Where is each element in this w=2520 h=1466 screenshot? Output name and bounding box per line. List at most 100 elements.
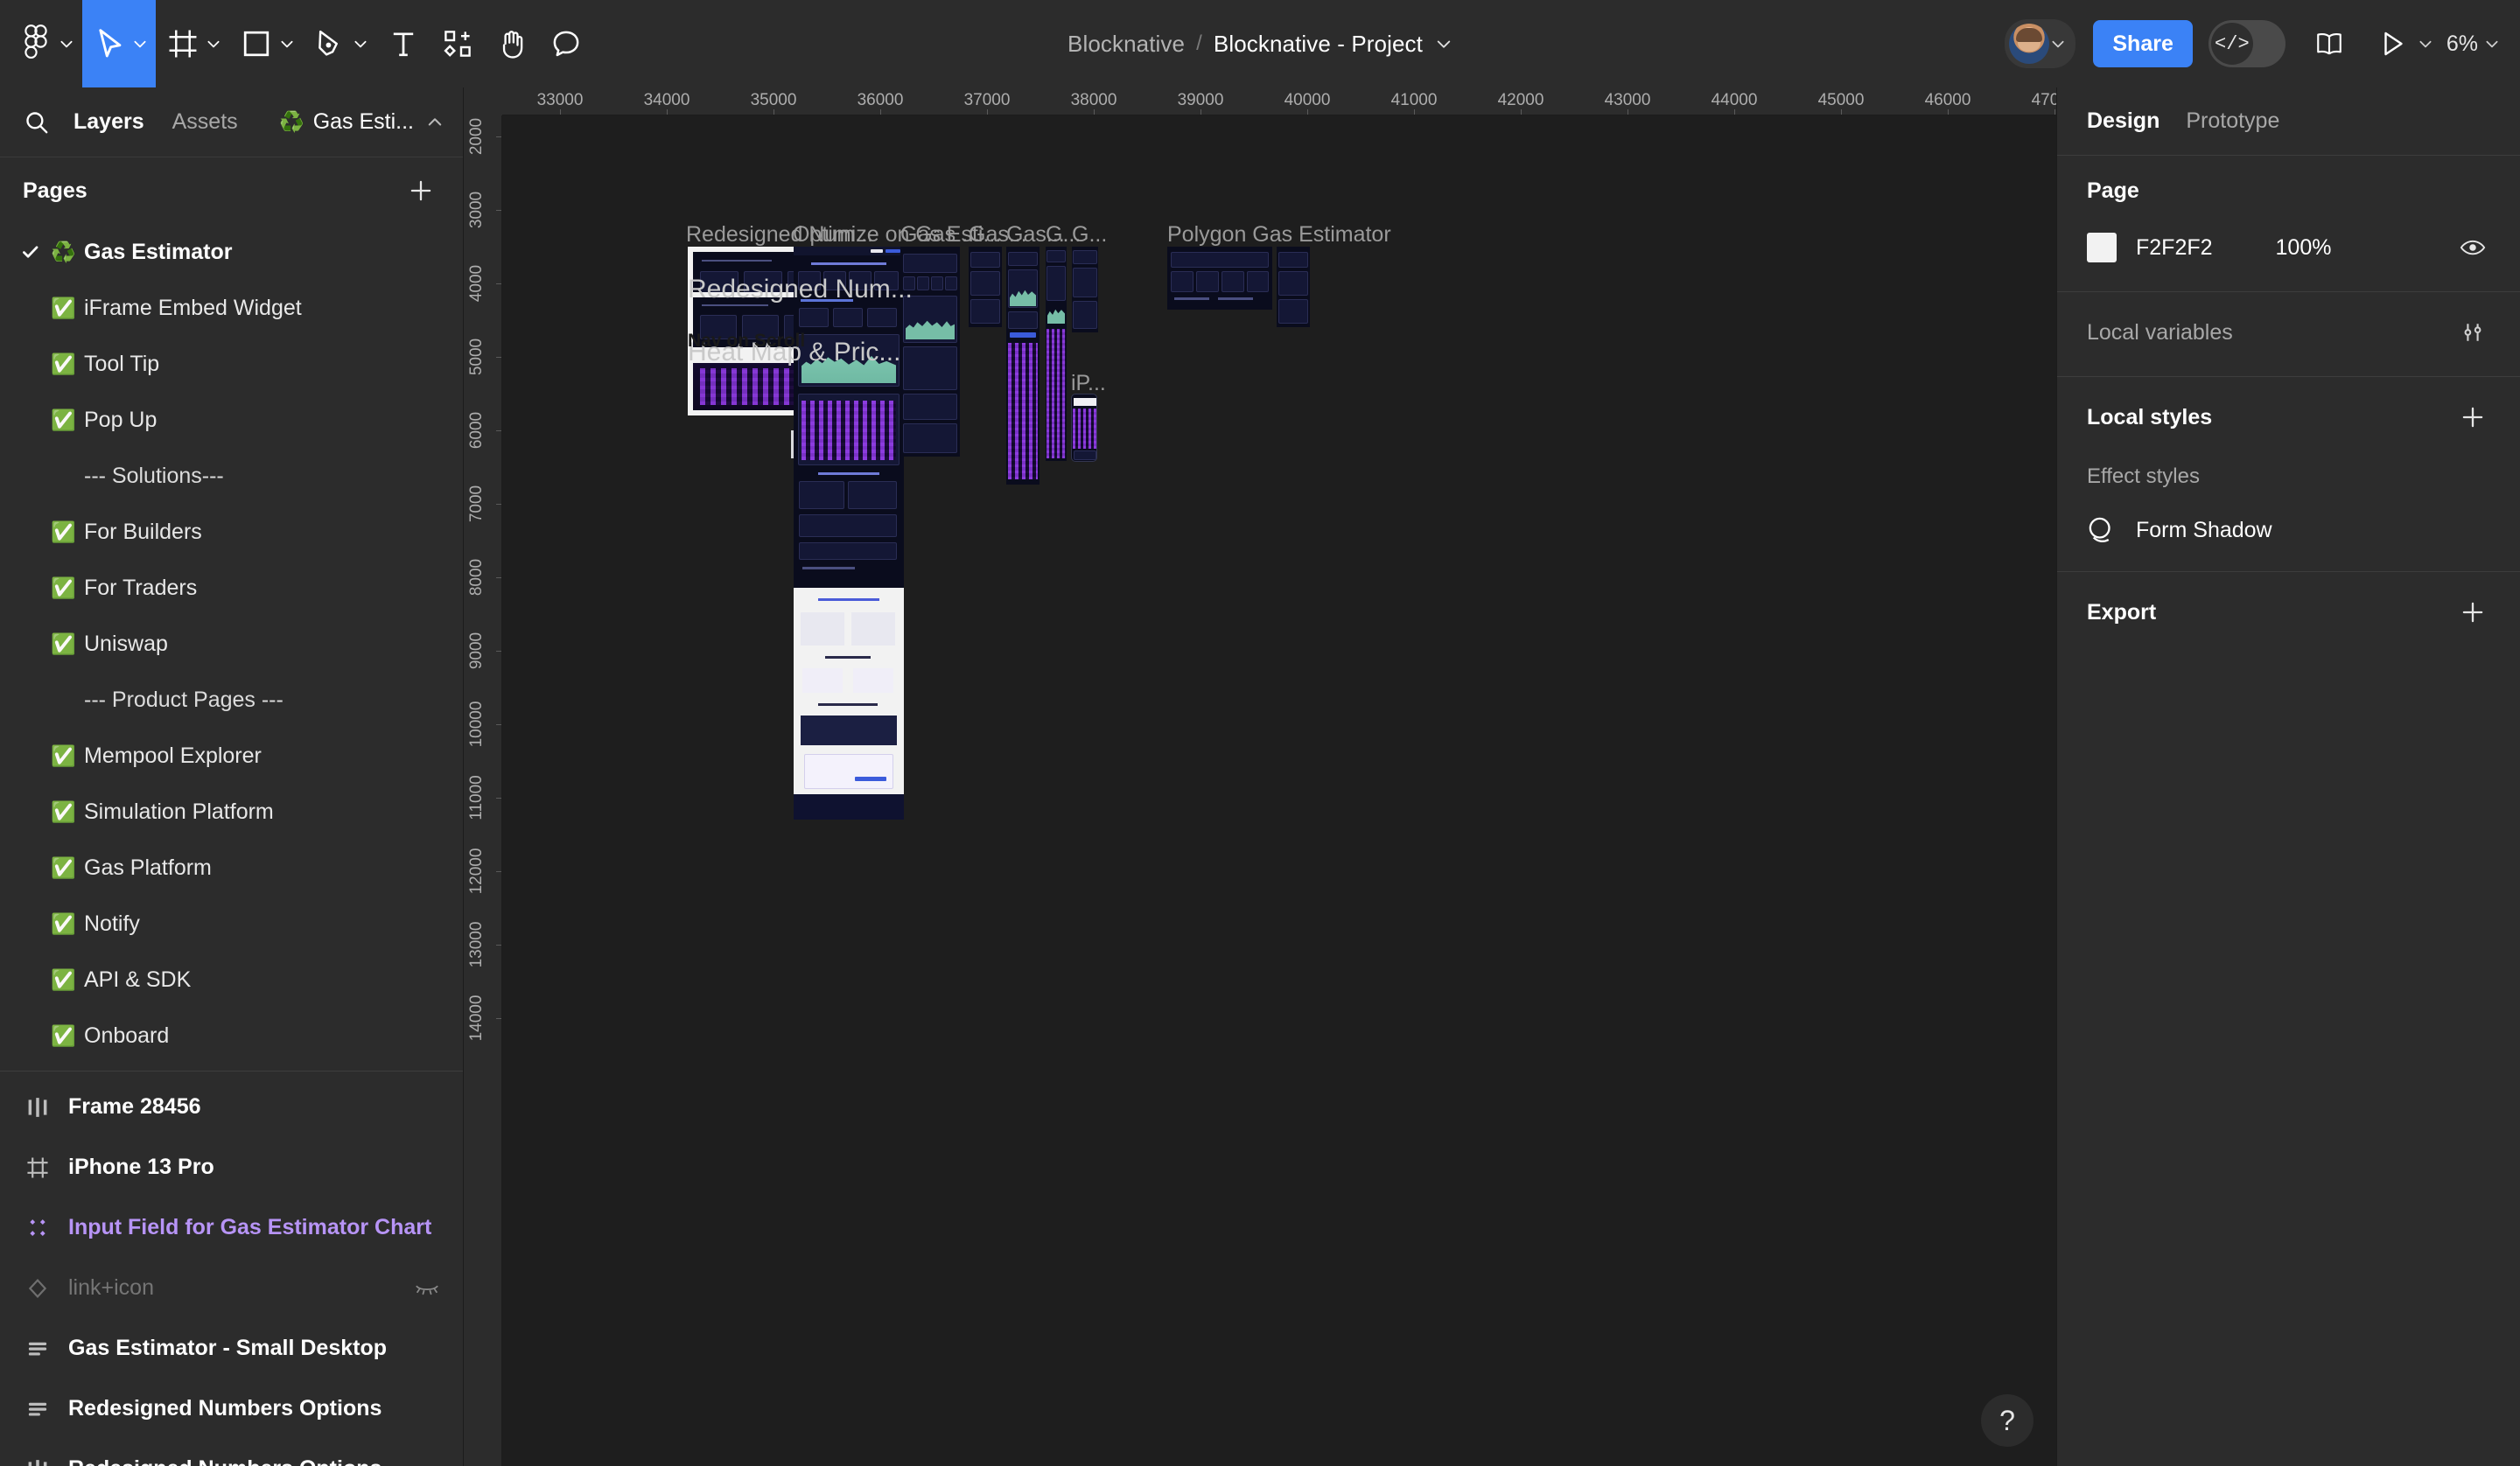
canvas-frame-label[interactable]: G... xyxy=(1072,222,1107,248)
artboard-optimize-on-gas-lower[interactable] xyxy=(794,588,904,820)
chevron-down-icon[interactable] xyxy=(2483,24,2501,64)
hand-tool-button[interactable] xyxy=(485,0,539,87)
frame-icon xyxy=(23,1156,52,1179)
page-item-for-builders[interactable]: ✅ For Builders xyxy=(0,504,463,560)
artboard-polygon-side[interactable] xyxy=(1277,247,1310,327)
resources-tool-button[interactable] xyxy=(430,0,485,87)
canvas-area[interactable]: 33000 34000 35000 36000 37000 38000 39000 40000… xyxy=(464,87,2056,1466)
page-item-simulation-platform[interactable]: ✅ Simulation Platform xyxy=(0,784,463,840)
page-item-label: iFrame Embed Widget xyxy=(84,295,302,320)
help-button[interactable]: ? xyxy=(1981,1394,2034,1447)
green-check-emoji-icon: ✅ xyxy=(51,799,76,823)
tab-prototype[interactable]: Prototype xyxy=(2186,108,2279,134)
green-check-emoji-icon: ✅ xyxy=(51,352,76,375)
artboard-gas-estimator-2[interactable] xyxy=(969,247,1002,327)
tab-design[interactable]: Design xyxy=(2087,108,2160,134)
vertical-ruler[interactable]: 2000 3000 4000 5000 6000 7000 8000 9000 10000 110… xyxy=(464,87,502,1466)
page-item-mempool-explorer[interactable]: ✅ Mempool Explorer xyxy=(0,728,463,784)
layer-item-label: Gas Estimator - Small Desktop xyxy=(68,1336,388,1360)
current-file-selector[interactable]: ♻️ Gas Esti... xyxy=(279,109,449,135)
artboard-iphone-13-pro[interactable] xyxy=(1071,394,1097,462)
layer-item-link-icon[interactable]: link+icon xyxy=(0,1258,463,1318)
comment-tool-button[interactable] xyxy=(539,0,593,87)
tab-assets[interactable]: Assets xyxy=(158,109,252,135)
tab-layers[interactable]: Layers xyxy=(60,109,158,135)
plus-icon[interactable] xyxy=(2455,400,2490,435)
eye-icon[interactable] xyxy=(2455,230,2490,265)
ruler-corner xyxy=(464,87,502,115)
shape-tool-button[interactable] xyxy=(229,0,303,87)
page-color-hex[interactable]: F2F2F2 xyxy=(2136,235,2213,261)
book-icon[interactable] xyxy=(2305,19,2354,68)
artboard-polygon-gas-estimator[interactable] xyxy=(1167,247,1272,310)
breadcrumb-current-file[interactable]: Blocknative - Project xyxy=(1214,31,1423,58)
chevron-down-icon[interactable] xyxy=(2417,24,2434,64)
horizontal-ruler[interactable]: 33000 34000 35000 36000 37000 38000 39000 40000… xyxy=(464,87,2056,115)
layer-item-redesigned-numbers-options[interactable]: Redesigned Numbers Options xyxy=(0,1379,463,1439)
green-check-emoji-icon: ✅ xyxy=(51,911,76,935)
page-item-product-pages[interactable]: --- Product Pages --- xyxy=(0,672,463,728)
dev-mode-toggle[interactable]: </> xyxy=(2208,20,2286,67)
page-item-onboard[interactable]: ✅ Onboard xyxy=(0,1008,463,1064)
pen-tool-button[interactable] xyxy=(303,0,376,87)
artboard-gas-estimator-5[interactable] xyxy=(1072,247,1098,332)
local-variables-section[interactable]: Local variables xyxy=(2057,292,2520,377)
local-variables-title: Local variables xyxy=(2087,319,2233,345)
layer-item-redesigned-numbers-options[interactable]: Redesigned Numbers Options xyxy=(0,1439,463,1466)
page-item-solutions[interactable]: --- Solutions--- xyxy=(0,448,463,504)
page-item-gas-estimator[interactable]: ♻️ Gas Estimator xyxy=(0,224,463,280)
search-icon[interactable] xyxy=(14,100,60,145)
layer-item-frame-28456[interactable]: Frame 28456 xyxy=(0,1077,463,1137)
effect-style-form-shadow[interactable]: Form Shadow xyxy=(2087,515,2490,545)
effect-style-label: Form Shadow xyxy=(2136,517,2272,542)
layer-item-gas-estimator-small-desktop[interactable]: Gas Estimator - Small Desktop xyxy=(0,1318,463,1379)
canvas-frame-label[interactable]: iP... xyxy=(1071,371,1106,396)
main-menu-button[interactable] xyxy=(9,0,82,87)
effect-styles-title: Effect styles xyxy=(2087,464,2200,488)
page-section-title: Page xyxy=(2087,178,2139,203)
page-item-label: Gas Platform xyxy=(84,855,212,880)
green-check-emoji-icon: ✅ xyxy=(51,296,76,319)
ruler-tick-label: 41000 xyxy=(1390,91,1438,109)
present-play-icon[interactable] xyxy=(2368,19,2417,68)
page-item-label: --- Product Pages --- xyxy=(84,687,284,712)
ruler-tick-label: 8000 xyxy=(467,558,486,597)
page-item-pop-up[interactable]: ✅ Pop Up xyxy=(0,392,463,448)
text-icon xyxy=(383,24,424,64)
artboard-gas-estimator-3[interactable] xyxy=(1006,247,1040,485)
rectangle-icon xyxy=(236,24,276,64)
plus-icon[interactable] xyxy=(2455,595,2490,630)
breadcrumb-root[interactable]: Blocknative xyxy=(1068,31,1185,58)
frame-tool-button[interactable] xyxy=(156,0,229,87)
page-item-for-traders[interactable]: ✅ For Traders xyxy=(0,560,463,616)
text-tool-button[interactable] xyxy=(376,0,430,87)
sliders-icon[interactable] xyxy=(2455,315,2490,350)
layer-item-label: Redesigned Numbers Options xyxy=(68,1456,382,1466)
ruler-tick-mark xyxy=(496,577,501,578)
add-page-button[interactable] xyxy=(402,171,440,210)
breadcrumb-chevron-down-icon[interactable] xyxy=(1435,35,1452,52)
ruler-tick-label: 42000 xyxy=(1497,91,1544,109)
ruler-tick-label: 34000 xyxy=(643,91,690,109)
layer-item-input-field-for-gas-estimator-chart[interactable]: Input Field for Gas Estimator Chart xyxy=(0,1197,463,1258)
page-item-api-sdk[interactable]: ✅ API & SDK xyxy=(0,952,463,1008)
page-item-tool-tip[interactable]: ✅ Tool Tip xyxy=(0,336,463,392)
eye-closed-icon[interactable] xyxy=(412,1281,442,1296)
page-item-uniswap[interactable]: ✅ Uniswap xyxy=(0,616,463,672)
figma-logo-icon xyxy=(16,24,56,64)
green-check-emoji-icon: ✅ xyxy=(51,576,76,599)
page-item-iframe-embed-widget[interactable]: ✅ iFrame Embed Widget xyxy=(0,280,463,336)
zoom-level-label[interactable]: 6% xyxy=(2446,31,2478,57)
page-item-notify[interactable]: ✅ Notify xyxy=(0,896,463,952)
move-tool-button[interactable] xyxy=(82,0,156,87)
canvas-viewport[interactable]: Redesigned Num... Optimize on Gas ... Gas … xyxy=(502,115,2056,1466)
page-color-swatch[interactable] xyxy=(2087,233,2117,262)
canvas-frame-label[interactable]: Polygon Gas Estimator xyxy=(1167,222,1391,248)
artboard-gas-estimator-4[interactable] xyxy=(1046,247,1067,461)
user-avatar-menu[interactable] xyxy=(2005,19,2076,68)
page-color-opacity[interactable]: 100% xyxy=(2276,235,2332,261)
autolayout-icon xyxy=(23,1398,52,1421)
share-button[interactable]: Share xyxy=(2093,20,2193,67)
layer-item-iphone-13-pro[interactable]: iPhone 13 Pro xyxy=(0,1137,463,1197)
page-item-gas-platform[interactable]: ✅ Gas Platform xyxy=(0,840,463,896)
